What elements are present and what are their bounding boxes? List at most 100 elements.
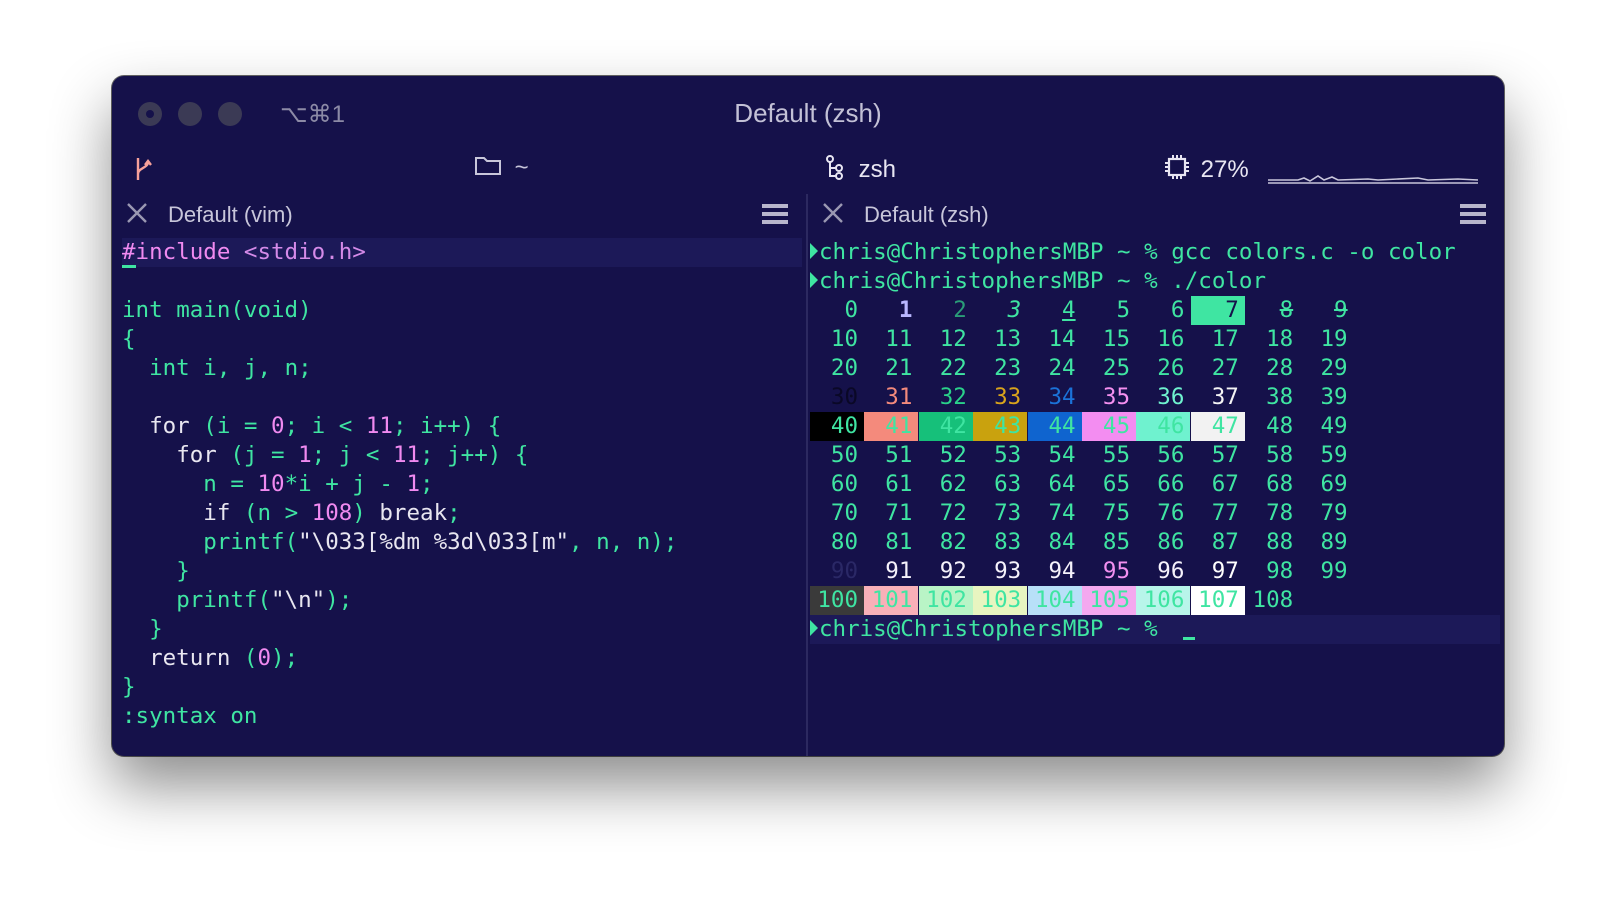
color-code-cell: 69 xyxy=(1320,471,1348,497)
color-code-cell: 48 xyxy=(1266,413,1294,439)
color-code-cell: 31 xyxy=(885,384,913,410)
color-code-cell: 80 xyxy=(830,529,858,555)
color-code-cell: 38 xyxy=(1266,384,1294,410)
title-bar: ⌥⌘1 Default (zsh) xyxy=(112,76,1504,148)
right-pane-tab[interactable]: Default (zsh) xyxy=(808,196,1504,236)
terminal-output[interactable]: chris@ChristophersMBP ~ % gcc colors.c -… xyxy=(810,238,1500,644)
color-code-cell: 40 xyxy=(810,412,864,441)
pane-divider[interactable] xyxy=(806,194,808,756)
color-code-cell: 52 xyxy=(939,442,967,468)
color-code-cell: 104 xyxy=(1027,586,1082,615)
color-code-cell: 108 xyxy=(1252,587,1294,613)
color-code-cell: 70 xyxy=(830,500,858,526)
color-code-cell: 55 xyxy=(1102,442,1130,468)
color-code-cell: 85 xyxy=(1102,529,1130,555)
color-code-cell: 22 xyxy=(939,355,967,381)
code-line: } xyxy=(122,674,136,700)
color-code-cell: 44 xyxy=(1027,412,1082,441)
color-code-cell: 79 xyxy=(1320,500,1348,526)
active-prompt-line[interactable]: chris@ChristophersMBP ~ % xyxy=(810,615,1500,644)
prompt-arrow-icon xyxy=(810,242,818,259)
color-code-cell: 106 xyxy=(1136,586,1191,615)
directory-indicator[interactable]: ~ xyxy=(474,154,529,183)
color-code-cell: 100 xyxy=(810,586,864,615)
color-code-cell: 0 xyxy=(844,297,858,323)
color-code-cell: 54 xyxy=(1048,442,1076,468)
color-code-cell: 75 xyxy=(1102,500,1130,526)
color-code-cell: 35 xyxy=(1102,384,1130,410)
shell-indicator[interactable]: zsh xyxy=(824,154,896,187)
color-code-cell: 17 xyxy=(1211,326,1239,352)
color-code-cell: 56 xyxy=(1157,442,1185,468)
color-grid-row: 100 101 102 103 104 105 106 107 108 xyxy=(810,586,1500,615)
left-pane-tab[interactable]: Default (vim) xyxy=(112,196,806,236)
color-code-cell: 9 xyxy=(1334,297,1348,323)
color-code-cell: 25 xyxy=(1102,355,1130,381)
prompt-text: chris@ChristophersMBP ~ % gcc colors.c -… xyxy=(819,239,1456,265)
vim-command-line: :syntax on xyxy=(122,703,258,729)
color-grid-row: 40 41 42 43 44 45 46 47 48 49 xyxy=(810,412,1500,441)
color-grid-row: 90 91 92 93 94 95 96 97 98 99 xyxy=(810,557,1500,586)
color-code-cell: 60 xyxy=(830,471,858,497)
status-bar: ~ zsh 27% xyxy=(112,148,1504,192)
cpu-icon xyxy=(1164,154,1190,187)
color-code-cell: 36 xyxy=(1157,384,1185,410)
cpu-sparkline xyxy=(1268,175,1478,184)
close-icon[interactable] xyxy=(820,200,846,226)
code-line: int i, j, n; xyxy=(149,355,312,381)
color-grid-row: 10 11 12 13 14 15 16 17 18 19 xyxy=(810,325,1500,354)
prompt-line: chris@ChristophersMBP ~ % gcc colors.c -… xyxy=(810,238,1500,267)
color-code-cell: 49 xyxy=(1320,413,1348,439)
color-code-cell: 86 xyxy=(1157,529,1185,555)
color-code-cell: 19 xyxy=(1320,326,1348,352)
color-code-cell: 47 xyxy=(1190,412,1245,441)
color-grid-row: 50 51 52 53 54 55 56 57 58 59 xyxy=(810,441,1500,470)
color-grid-row: 80 81 82 83 84 85 86 87 88 89 xyxy=(810,528,1500,557)
close-icon[interactable] xyxy=(124,200,150,226)
color-code-cell: 51 xyxy=(885,442,913,468)
color-code-cell: 41 xyxy=(864,412,919,441)
color-code-cell: 103 xyxy=(973,586,1028,615)
color-code-cell: 59 xyxy=(1320,442,1348,468)
color-code-cell: 83 xyxy=(994,529,1022,555)
color-code-cell: 84 xyxy=(1048,529,1076,555)
color-code-cell: 62 xyxy=(939,471,967,497)
color-code-cell: 66 xyxy=(1157,471,1185,497)
code-line: for (i = 0; i < 11; i++) { xyxy=(149,413,502,439)
color-code-cell: 28 xyxy=(1266,355,1294,381)
color-code-cell: 29 xyxy=(1320,355,1348,381)
menu-icon[interactable] xyxy=(1460,204,1486,224)
color-code-cell: 105 xyxy=(1082,586,1136,615)
color-code-cell: 74 xyxy=(1048,500,1076,526)
color-code-cell: 95 xyxy=(1102,558,1130,584)
code-line: printf("\033[%dm %3d\033[m", n, n); xyxy=(203,529,678,555)
tab-title: Default (vim) xyxy=(168,202,293,227)
color-code-cell: 78 xyxy=(1266,500,1294,526)
vim-editor[interactable]: #include <stdio.h> int main(void) { int i,… xyxy=(122,238,802,731)
color-code-cell: 107 xyxy=(1190,586,1245,615)
color-code-cell: 6 xyxy=(1170,297,1185,323)
color-code-cell: 8 xyxy=(1279,297,1294,323)
code-line: } xyxy=(176,558,190,584)
color-code-cell: 64 xyxy=(1048,471,1076,497)
color-grid-row: 30 31 32 33 34 35 36 37 38 39 xyxy=(810,383,1500,412)
color-code-cell: 42 xyxy=(918,412,973,441)
color-code-cell: 46 xyxy=(1136,412,1191,441)
directory-label: ~ xyxy=(514,154,529,181)
color-code-cell: 45 xyxy=(1082,412,1136,441)
color-code-cell: 97 xyxy=(1211,558,1239,584)
tab-title: Default (zsh) xyxy=(864,202,989,227)
color-code-cell: 77 xyxy=(1211,500,1239,526)
color-code-cell: 53 xyxy=(994,442,1022,468)
color-code-cell: 23 xyxy=(994,355,1022,381)
cpu-indicator[interactable]: 27% xyxy=(1164,154,1249,187)
color-code-cell: 67 xyxy=(1211,471,1239,497)
color-code-cell: 58 xyxy=(1266,442,1294,468)
color-code-cell: 5 xyxy=(1116,297,1130,323)
menu-icon[interactable] xyxy=(762,204,788,224)
code-line: if (n > 108) break; xyxy=(203,500,461,526)
color-code-cell: 13 xyxy=(994,326,1022,352)
process-icon xyxy=(824,154,846,187)
